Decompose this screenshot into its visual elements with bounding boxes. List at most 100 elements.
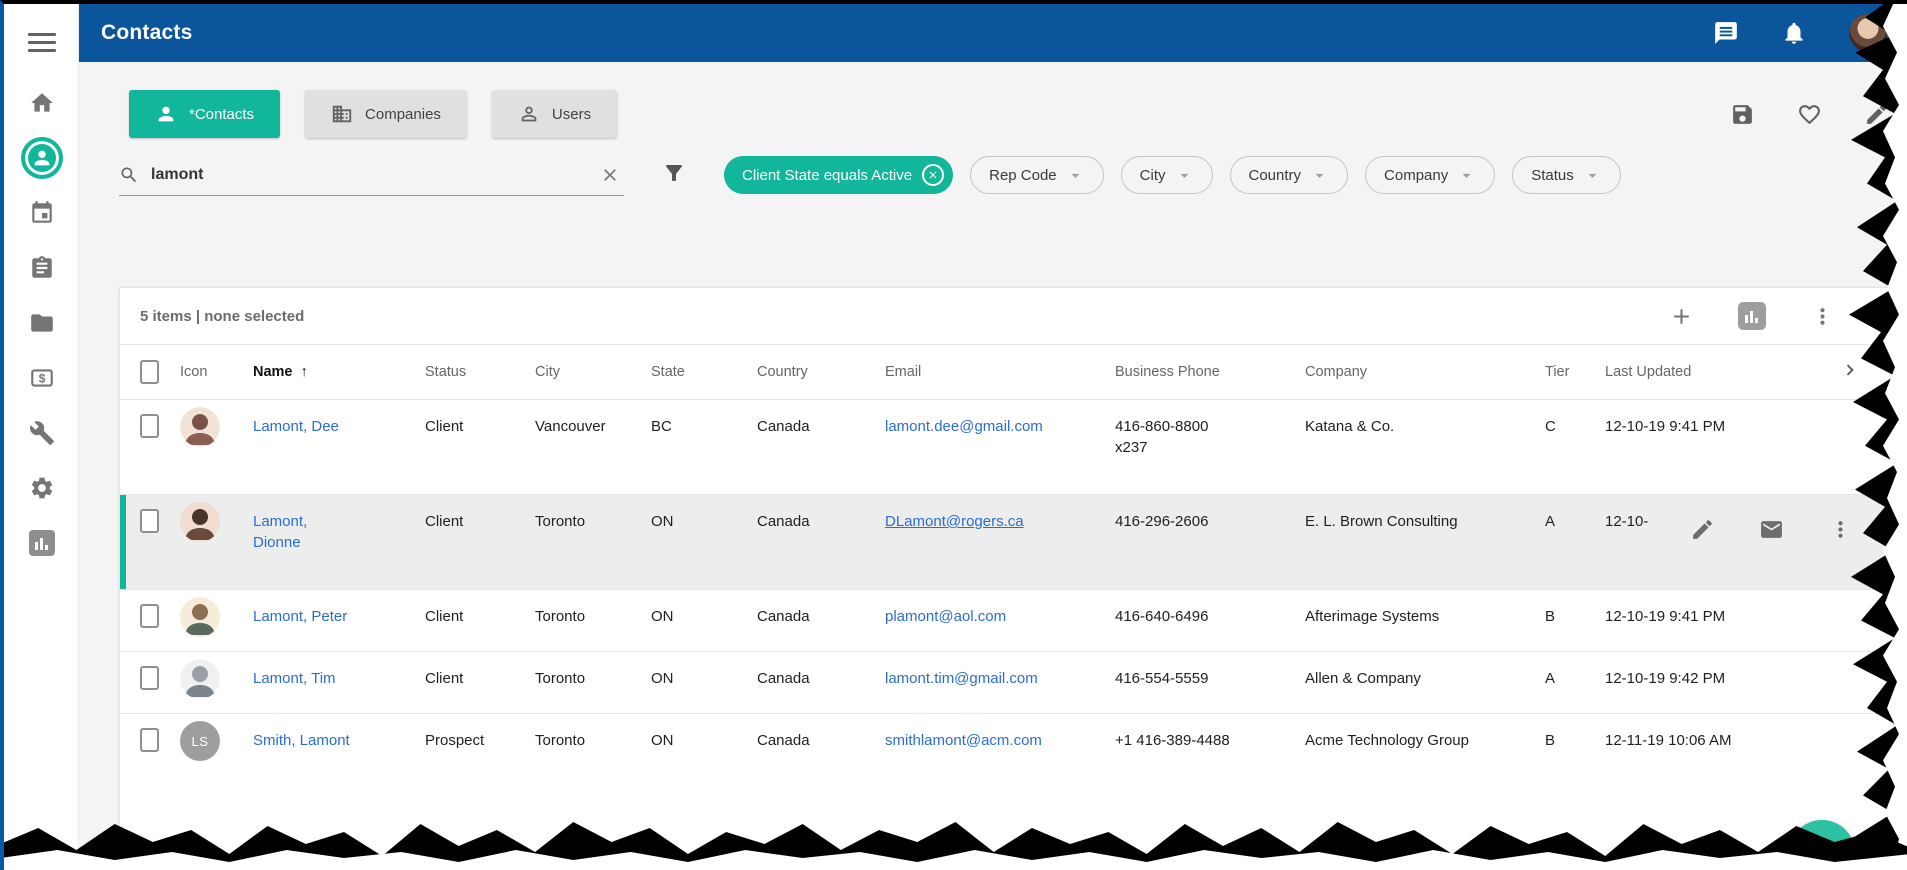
chip-rep-code[interactable]: Rep Code [970, 156, 1104, 194]
tier-cell: A [1545, 668, 1605, 689]
chip-city[interactable]: City [1121, 156, 1213, 194]
contact-name-link[interactable]: Lamont, Tim [253, 670, 336, 687]
phone-cell: 416-296-2606 [1115, 511, 1305, 532]
row-checkbox[interactable] [140, 666, 159, 690]
folder-icon[interactable] [29, 310, 55, 336]
status-cell: Client [425, 668, 535, 689]
add-icon[interactable] [1669, 304, 1694, 329]
col-icon: Icon [180, 364, 253, 380]
select-all-checkbox[interactable] [140, 360, 159, 384]
row-checkbox[interactable] [140, 414, 159, 438]
contact-initials-avatar: LS [180, 721, 220, 761]
city-cell: Toronto [535, 730, 651, 751]
country-cell: Canada [757, 730, 885, 751]
notifications-icon[interactable] [1781, 20, 1807, 46]
col-state[interactable]: State [651, 364, 757, 380]
row-checkbox[interactable] [140, 728, 159, 752]
row-checkbox[interactable] [140, 509, 159, 533]
more-options-icon[interactable] [1810, 304, 1835, 329]
col-city[interactable]: City [535, 364, 651, 380]
tier-cell: C [1545, 416, 1605, 437]
state-cell: ON [651, 668, 757, 689]
email-link[interactable]: lamont.tim@gmail.com [885, 670, 1038, 687]
reports-icon[interactable] [29, 530, 55, 556]
filter-icon[interactable] [662, 161, 686, 190]
chip-country[interactable]: Country [1230, 156, 1349, 194]
tab-users[interactable]: Users [492, 90, 617, 138]
billing-icon[interactable]: $ [29, 365, 55, 391]
col-name[interactable]: Name↑ [253, 364, 425, 380]
col-updated[interactable]: Last Updated [1605, 364, 1795, 380]
table-row[interactable]: LS Smith, Lamont Prospect Toronto ON Can… [120, 714, 1893, 802]
company-cell: Acme Technology Group [1305, 730, 1469, 751]
table-row[interactable]: Lamont, Peter Client Toronto ON Canada p… [120, 590, 1893, 652]
page-actions [1730, 102, 1889, 127]
contact-name-link[interactable]: Lamont, Dee [253, 418, 339, 435]
email-row-icon[interactable] [1759, 517, 1784, 542]
updated-cell: 12-10-19 9:41 PM [1605, 606, 1795, 627]
clear-search-icon[interactable] [600, 165, 620, 185]
company-cell: E. L. Brown Consulting [1305, 511, 1545, 532]
sidebar: $ [4, 4, 79, 870]
email-link[interactable]: lamont.dee@gmail.com [885, 418, 1043, 435]
save-icon[interactable] [1730, 102, 1755, 127]
col-country[interactable]: Country [757, 364, 885, 380]
tools-icon[interactable] [29, 420, 55, 446]
chip-client-state[interactable]: Client State equals Active [724, 156, 953, 194]
user-avatar[interactable] [1849, 14, 1887, 52]
updated-cell: 12-10-19 9:41 PM [1605, 416, 1795, 437]
contact-name-link[interactable]: Lamont, Dionne [253, 511, 333, 553]
col-tier[interactable]: Tier [1545, 364, 1605, 380]
search-icon [119, 165, 139, 185]
table-row[interactable]: Lamont, Dee Client Vancouver BC Canada l… [120, 400, 1893, 495]
search-filter-row: Client State equals Active Rep Code City… [119, 154, 1621, 196]
city-cell: Vancouver [535, 416, 651, 437]
email-link[interactable]: plamont@aol.com [885, 608, 1006, 625]
scroll-columns-right-icon[interactable] [1839, 359, 1893, 385]
company-cell: Katana & Co. [1305, 416, 1545, 437]
edit-row-icon[interactable] [1690, 517, 1715, 542]
table-row-selected[interactable]: Lamont, Dionne Client Toronto ON Canada … [120, 495, 1893, 590]
table-row[interactable]: Lamont, Tim Client Toronto ON Canada lam… [120, 652, 1893, 714]
tab-companies-label: Companies [365, 106, 441, 123]
col-company[interactable]: Company [1305, 364, 1545, 380]
contact-name-link[interactable]: Smith, Lamont [253, 732, 350, 749]
person-icon [155, 103, 177, 125]
col-status[interactable]: Status [425, 364, 535, 380]
search-box [119, 154, 624, 196]
menu-icon[interactable] [28, 28, 56, 57]
chip-status[interactable]: Status [1512, 156, 1621, 194]
settings-icon[interactable] [29, 475, 55, 501]
building-icon [331, 103, 353, 125]
chip-country-label: Country [1249, 167, 1302, 184]
col-email[interactable]: Email [885, 364, 1115, 380]
chip-company[interactable]: Company [1365, 156, 1495, 194]
email-link[interactable]: smithlamont@acm.com [885, 732, 1042, 749]
email-link[interactable]: DLamont@rogers.ca [885, 513, 1024, 530]
tasks-icon[interactable] [29, 255, 55, 281]
row-more-options-icon[interactable] [1828, 517, 1853, 542]
edit-icon[interactable] [1864, 102, 1889, 127]
status-cell: Client [425, 511, 535, 532]
calendar-icon[interactable] [29, 200, 55, 226]
chip-rep-code-label: Rep Code [989, 167, 1057, 184]
grid-toolbar: 5 items | none selected [120, 288, 1893, 345]
phone-cell: 416-554-5559 [1115, 668, 1305, 689]
row-checkbox[interactable] [140, 604, 159, 628]
chat-icon[interactable] [1713, 20, 1739, 46]
home-icon[interactable] [29, 90, 55, 116]
phone-cell: 416-860-8800 x237 [1115, 416, 1227, 458]
col-phone[interactable]: Business Phone [1115, 364, 1305, 380]
tab-contacts[interactable]: *Contacts [129, 90, 280, 138]
phone-cell: 416-640-6496 [1115, 606, 1305, 627]
updated-cell: 12-11-19 10:06 AM [1605, 730, 1795, 751]
tab-companies[interactable]: Companies [305, 90, 467, 138]
search-input[interactable] [151, 166, 600, 184]
sort-asc-icon: ↑ [301, 364, 308, 380]
contacts-icon-active[interactable] [21, 137, 63, 179]
remove-chip-icon[interactable] [922, 164, 944, 186]
chart-view-icon[interactable] [1738, 302, 1766, 330]
contact-name-link[interactable]: Lamont, Peter [253, 608, 347, 625]
state-cell: ON [651, 606, 757, 627]
favorite-icon[interactable] [1797, 102, 1822, 127]
